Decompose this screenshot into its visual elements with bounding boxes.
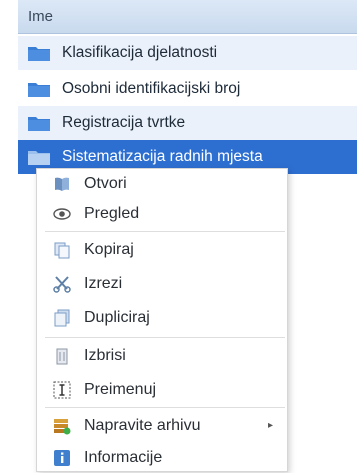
file-row-registracija[interactable]: Registracija tvrtke — [18, 106, 357, 140]
archive-icon — [54, 419, 71, 435]
info-icon — [54, 450, 70, 466]
folder-icon — [28, 151, 50, 165]
trash-icon — [56, 348, 68, 365]
menu-item-label: Pregled — [84, 205, 140, 222]
menu-separator — [45, 407, 285, 408]
copy-icon — [54, 242, 70, 259]
menu-item-informacije[interactable]: Informacije — [37, 443, 287, 473]
file-row-label: Registracija tvrtke — [62, 114, 186, 131]
menu-item-label: Informacije — [84, 449, 163, 466]
menu-separator — [45, 337, 285, 338]
eye-icon — [53, 208, 71, 220]
folder-icon — [28, 47, 50, 61]
file-row-klasifikacija[interactable]: Klasifikacija djelatnosti — [18, 36, 357, 70]
menu-item-label: Kopiraj — [84, 241, 134, 258]
file-row-osobni[interactable]: Osobni identifikacijski broj — [18, 72, 357, 106]
context-menu: Otvori Pregled Kopiraj Izrezi Dupliciraj — [36, 168, 288, 472]
submenu-arrow-icon: ▸ — [267, 420, 273, 431]
menu-item-preimenuj[interactable]: Preimenuj — [37, 375, 287, 405]
menu-item-label: Napravite arhivu — [84, 417, 201, 434]
file-row-label: Sistematizacija radnih mjesta — [62, 148, 263, 165]
folder-icon — [28, 117, 50, 131]
column-header-name[interactable]: Ime — [18, 0, 357, 34]
menu-item-pregled[interactable]: Pregled — [37, 199, 287, 229]
menu-item-otvori[interactable]: Otvori — [37, 169, 287, 199]
menu-item-label: Izrezi — [84, 275, 123, 292]
column-header-label: Ime — [28, 8, 54, 25]
menu-item-label: Preimenuj — [84, 381, 157, 398]
menu-item-izbrisi[interactable]: Izbrisi — [37, 341, 287, 371]
scissors-icon — [53, 276, 71, 293]
menu-item-kopiraj[interactable]: Kopiraj — [37, 235, 287, 265]
menu-item-label: Dupliciraj — [84, 309, 150, 326]
file-row-label: Osobni identifikacijski broj — [62, 80, 241, 97]
menu-item-napravite-arhivu[interactable]: Napravite arhivu ▸ — [37, 411, 287, 441]
menu-item-label: Otvori — [84, 175, 127, 192]
menu-item-izrezi[interactable]: Izrezi — [37, 269, 287, 299]
folder-icon — [28, 83, 50, 97]
menu-item-label: Izbrisi — [84, 347, 126, 364]
duplicate-icon — [54, 309, 70, 327]
rename-icon — [53, 381, 71, 399]
open-book-icon — [55, 177, 69, 191]
menu-separator — [45, 231, 285, 232]
file-row-label: Klasifikacija djelatnosti — [62, 44, 218, 61]
menu-item-dupliciraj[interactable]: Dupliciraj — [37, 303, 287, 333]
